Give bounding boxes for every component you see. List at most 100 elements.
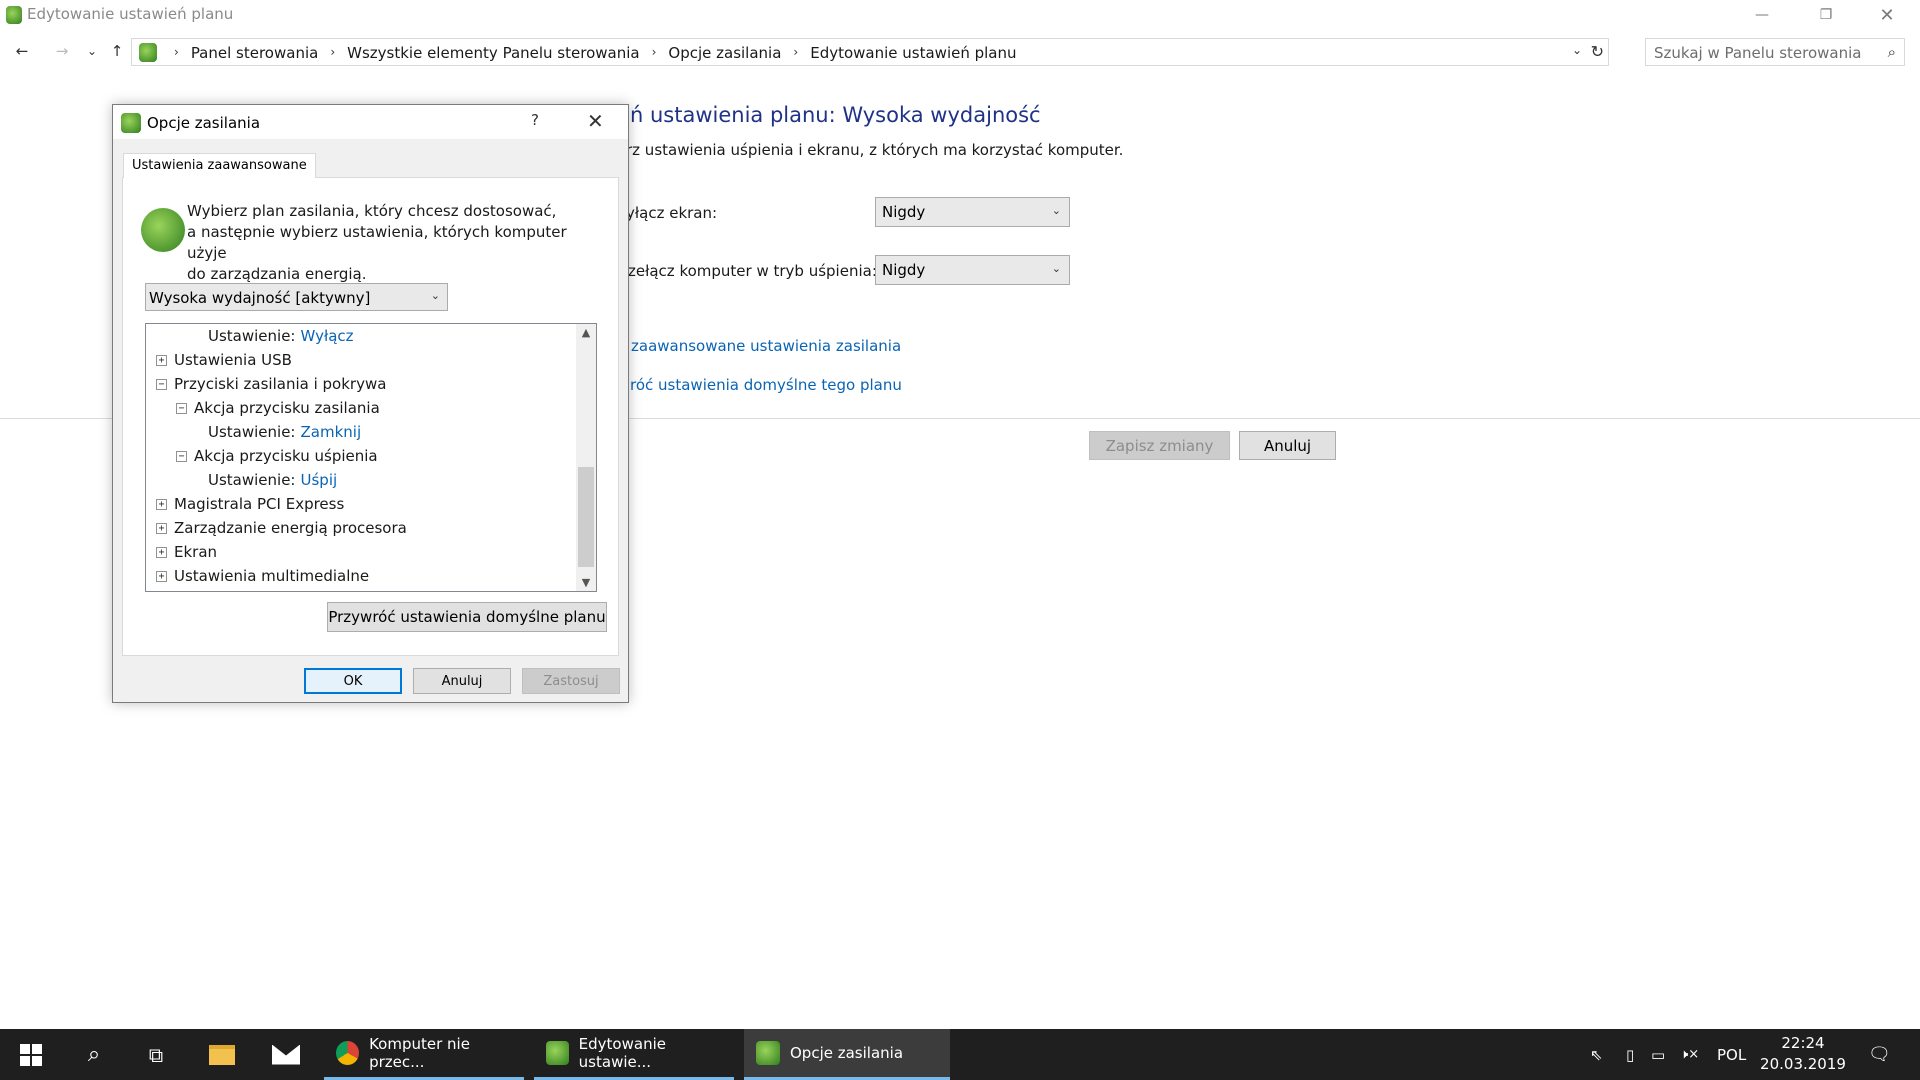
pen-icon[interactable]: ⇖ bbox=[1590, 1029, 1603, 1080]
scroll-up-icon[interactable]: ▲ bbox=[576, 326, 596, 339]
recent-locations-button[interactable]: ⌄ bbox=[80, 40, 104, 62]
advanced-settings-link[interactable]: zaawansowane ustawienia zasilania bbox=[631, 337, 901, 355]
power-options-icon bbox=[756, 1041, 780, 1065]
taskbar-app-edit-plan[interactable]: Edytowanie ustawie... bbox=[534, 1029, 734, 1080]
task-view-icon[interactable]: ⧉ bbox=[132, 1029, 180, 1080]
chrome-icon bbox=[336, 1041, 360, 1065]
intro-line: Wybierz plan zasilania, który chcesz dos… bbox=[187, 202, 557, 220]
tree-row[interactable]: + Magistrala PCI Express bbox=[156, 492, 344, 516]
tree-row-value[interactable]: Wyłącz bbox=[301, 327, 354, 345]
taskbar-app-chrome[interactable]: Komputer nie przec... bbox=[324, 1029, 524, 1080]
file-explorer-icon[interactable] bbox=[198, 1029, 246, 1080]
back-button[interactable]: ← bbox=[10, 40, 34, 62]
scroll-thumb[interactable] bbox=[578, 467, 594, 567]
windows-logo-icon bbox=[20, 1043, 42, 1066]
expand-icon[interactable]: + bbox=[156, 498, 167, 510]
tree-row[interactable]: + Ustawienia multimedialne bbox=[156, 564, 369, 588]
settings-tree[interactable]: Ustawienie: Wyłącz + Ustawienia USB − Przycis… bbox=[145, 323, 597, 592]
up-button[interactable]: ↑ bbox=[105, 40, 129, 62]
page-description: rz ustawienia uśpienia i ekranu, z który… bbox=[626, 141, 1124, 159]
dialog-cancel-button[interactable]: Anuluj bbox=[413, 668, 511, 694]
restore-plan-defaults-button[interactable]: Przywróć ustawienia domyślne planu bbox=[327, 602, 607, 632]
intro-line: do zarządzania energią. bbox=[187, 265, 367, 283]
address-bar[interactable]: › Panel sterowania › Wszystkie elementy … bbox=[131, 38, 1609, 66]
expand-icon[interactable]: + bbox=[156, 546, 167, 558]
minimize-button[interactable]: — bbox=[1733, 0, 1791, 30]
sleep-value: Nigdy bbox=[882, 261, 926, 279]
collapse-icon[interactable]: − bbox=[156, 378, 167, 390]
save-changes-button[interactable]: Zapisz zmiany bbox=[1089, 431, 1230, 460]
tree-row-value[interactable]: Zamknij bbox=[301, 423, 362, 441]
tree-row[interactable]: + Ekran bbox=[156, 540, 217, 564]
tree-row[interactable]: Ustawienie: Uśpij bbox=[208, 468, 337, 492]
screen-off-label: yłącz ekran: bbox=[626, 204, 718, 222]
notification-icon[interactable]: 🗨 bbox=[1868, 1029, 1891, 1080]
search-input[interactable]: Szukaj w Panelu sterowania ⌕ bbox=[1645, 38, 1905, 66]
volume-muted-icon[interactable]: 🕨× bbox=[1680, 1029, 1699, 1080]
power-options-icon bbox=[121, 113, 141, 133]
tree-row-label: Ustawienia USB bbox=[174, 351, 292, 369]
taskbar-app-power-options[interactable]: Opcje zasilania bbox=[744, 1029, 950, 1080]
tab-advanced-settings[interactable]: Ustawienia zaawansowane bbox=[123, 153, 316, 178]
close-button[interactable]: ✕ bbox=[1858, 0, 1916, 30]
power-options-dialog: Opcje zasilania ? ✕ Ustawienia zaawansow… bbox=[112, 104, 629, 703]
breadcrumb-item[interactable]: Panel sterowania bbox=[191, 44, 319, 62]
ok-button[interactable]: OK bbox=[304, 668, 402, 694]
tree-row-label: Zarządzanie energią procesora bbox=[174, 519, 407, 537]
tree-row-value[interactable]: Uśpij bbox=[301, 471, 338, 489]
chevron-down-icon: ⌄ bbox=[1051, 262, 1061, 275]
forward-button[interactable]: → bbox=[50, 40, 74, 62]
folder-icon bbox=[209, 1044, 235, 1065]
start-button[interactable] bbox=[7, 1029, 55, 1080]
expand-icon[interactable]: + bbox=[156, 570, 167, 582]
dialog-close-button[interactable]: ✕ bbox=[587, 109, 604, 133]
tree-row[interactable]: − Akcja przycisku zasilania bbox=[176, 396, 380, 420]
screen-off-select[interactable]: Nigdy ⌄ bbox=[875, 197, 1070, 227]
usb-icon[interactable]: ▯ bbox=[1626, 1029, 1634, 1080]
sleep-select[interactable]: Nigdy ⌄ bbox=[875, 255, 1070, 285]
battery-plan-icon bbox=[141, 208, 185, 252]
apply-button[interactable]: Zastosuj bbox=[522, 668, 620, 694]
breadcrumb-item[interactable]: Edytowanie ustawień planu bbox=[810, 44, 1016, 62]
tree-row[interactable]: − Akcja przycisku uśpienia bbox=[176, 444, 378, 468]
tree-row-label: Ustawienie: bbox=[208, 423, 296, 441]
chevron-down-icon: ⌄ bbox=[1051, 204, 1061, 217]
plan-select[interactable]: Wysoka wydajność [aktywny] ⌄ bbox=[145, 283, 448, 311]
window-titlebar: Edytowanie ustawień planu — ❐ ✕ bbox=[0, 0, 1920, 30]
tree-row[interactable]: + Zarządzanie energią procesora bbox=[156, 516, 407, 540]
taskbar-app-label: Edytowanie ustawie... bbox=[578, 1035, 666, 1071]
search-icon[interactable]: ⌕ bbox=[70, 1029, 118, 1080]
restore-defaults-link[interactable]: róć ustawienia domyślne tego planu bbox=[630, 376, 902, 394]
collapse-icon[interactable]: − bbox=[176, 402, 187, 414]
scroll-down-icon[interactable]: ▼ bbox=[576, 576, 596, 589]
address-dropdown-icon[interactable]: ⌄ bbox=[1572, 43, 1582, 57]
tree-scrollbar[interactable]: ▲ ▼ bbox=[576, 324, 596, 591]
page-title: ń ustawienia planu: Wysoka wydajność bbox=[630, 103, 1041, 127]
language-indicator[interactable]: POL bbox=[1717, 1029, 1746, 1080]
tree-row[interactable]: − Przyciski zasilania i pokrywa bbox=[156, 372, 386, 396]
tree-row-label: Akcja przycisku zasilania bbox=[194, 399, 380, 417]
breadcrumb-item[interactable]: Opcje zasilania bbox=[668, 44, 781, 62]
network-icon[interactable]: ▭ bbox=[1651, 1029, 1665, 1080]
tree-row-label: Magistrala PCI Express bbox=[174, 495, 345, 513]
collapse-icon[interactable]: − bbox=[176, 450, 187, 462]
expand-icon[interactable]: + bbox=[156, 354, 167, 366]
help-button[interactable]: ? bbox=[531, 111, 539, 129]
mail-icon[interactable] bbox=[262, 1029, 310, 1080]
control-panel-icon bbox=[139, 43, 157, 62]
tree-row[interactable]: Ustawienie: Zamknij bbox=[208, 420, 361, 444]
clock-date: 20.03.2019 bbox=[1760, 1055, 1846, 1073]
dialog-title: Opcje zasilania bbox=[147, 114, 261, 132]
sleep-label: zełącz komputer w tryb uśpienia: bbox=[628, 262, 877, 280]
cancel-button[interactable]: Anuluj bbox=[1239, 431, 1336, 460]
expand-icon[interactable]: + bbox=[156, 522, 167, 534]
breadcrumb-item[interactable]: Wszystkie elementy Panelu sterowania bbox=[347, 44, 639, 62]
tree-row[interactable]: + Ustawienia USB bbox=[156, 348, 292, 372]
search-icon[interactable]: ⌕ bbox=[1888, 43, 1896, 61]
window-title: Edytowanie ustawień planu bbox=[27, 5, 234, 23]
refresh-icon[interactable]: ↻ bbox=[1591, 42, 1604, 61]
restore-button[interactable]: ❐ bbox=[1797, 0, 1855, 30]
tree-row[interactable]: Ustawienie: Wyłącz bbox=[208, 324, 354, 348]
clock[interactable]: 22:24 20.03.2019 bbox=[1745, 1033, 1861, 1075]
breadcrumb-separator: › bbox=[793, 45, 799, 59]
